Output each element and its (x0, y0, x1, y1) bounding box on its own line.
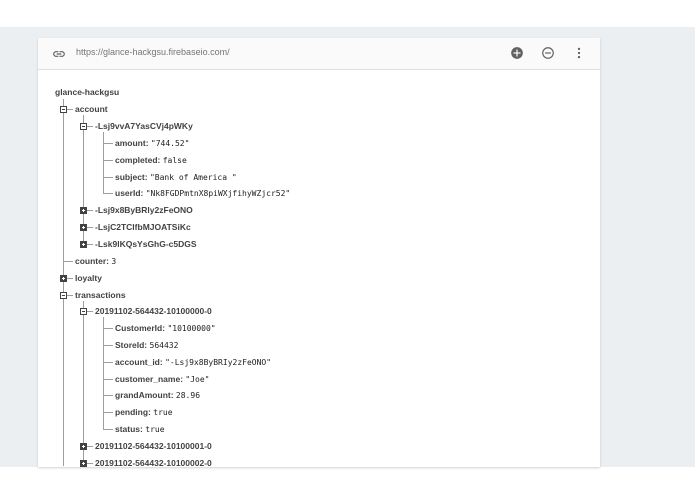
expand-toggle[interactable] (80, 207, 87, 214)
collapse-toggle[interactable] (60, 292, 67, 299)
tree-field-customerid[interactable]: CustomerId: "10100000" (115, 323, 216, 334)
tree-field-account-id[interactable]: account_id: "-Lsj9x8ByBRIy2zFeONO" (115, 357, 271, 368)
tree-line (103, 362, 113, 363)
tree-line (103, 345, 113, 346)
tree-node-loyalty[interactable]: loyalty (75, 273, 102, 284)
tree-line (103, 395, 113, 396)
tree-node-transaction[interactable]: 20191102-564432-10100001-0 (95, 441, 212, 452)
tree-line (103, 193, 113, 194)
tree-root[interactable]: glance-hackgsu (55, 87, 119, 98)
tree-node-account-entry[interactable]: -Lsj9x8ByBRly2zFeONO (95, 205, 193, 216)
tree-line (103, 328, 113, 329)
expand-toggle[interactable] (80, 241, 87, 248)
collapse-toggle[interactable] (80, 123, 87, 130)
tree-field-userid[interactable]: userId: "Nk8FGDPmtnX8piWXjfihyWZjcr52" (115, 188, 290, 199)
tree-line (103, 143, 113, 144)
tree-line (63, 261, 73, 262)
tree-line (103, 132, 104, 193)
expand-toggle[interactable] (80, 443, 87, 450)
tree-line (103, 177, 113, 178)
tree-line (103, 429, 113, 430)
tree-node-transactions[interactable]: transactions (75, 290, 126, 301)
collapse-toggle[interactable] (80, 308, 87, 315)
expand-toggle[interactable] (80, 460, 87, 467)
tree-node-transaction[interactable]: 20191102-564432-10100000-0 (95, 306, 212, 317)
tree-line (103, 379, 113, 380)
tree-field-counter[interactable]: counter: 3 (75, 256, 116, 267)
tree-line (103, 412, 113, 413)
data-tree: glance-hackgsu account -Lsj9vvA7YasCVj4p… (38, 38, 600, 467)
tree-node-account[interactable]: account (75, 104, 108, 115)
tree-line (103, 160, 113, 161)
tree-field-customer-name[interactable]: customer_name: "Joe" (115, 374, 210, 385)
tree-field-amount[interactable]: amount: "744.52" (115, 138, 189, 149)
expand-toggle[interactable] (80, 224, 87, 231)
tree-field-subject[interactable]: subject: "Bank of America " (115, 172, 237, 183)
tree-node-account-entry[interactable]: -LsjC2TClfbMJOATSiKc (95, 222, 191, 233)
tree-node-account-entry[interactable]: -Lsj9vvA7YasCVj4pWKy (95, 121, 193, 132)
tree-line (63, 99, 64, 466)
tree-field-pending[interactable]: pending: true (115, 407, 173, 418)
tree-field-grandamount[interactable]: grandAmount: 28.96 (115, 390, 200, 401)
tree-field-status[interactable]: status: true (115, 424, 165, 435)
tree-node-transaction[interactable]: 20191102-564432-10100002-0 (95, 458, 212, 467)
database-panel: https://glance-hackgsu.firebaseio.com/ g… (38, 38, 600, 467)
collapse-toggle[interactable] (60, 106, 67, 113)
root-key: glance-hackgsu (55, 87, 120, 97)
tree-field-completed[interactable]: completed: false (115, 155, 187, 166)
expand-toggle[interactable] (60, 275, 67, 282)
tree-field-storeid[interactable]: StoreId: 564432 (115, 340, 178, 351)
tree-node-account-entry[interactable]: -Lsk9lKQsYsGhG-c5DGS (95, 239, 197, 250)
